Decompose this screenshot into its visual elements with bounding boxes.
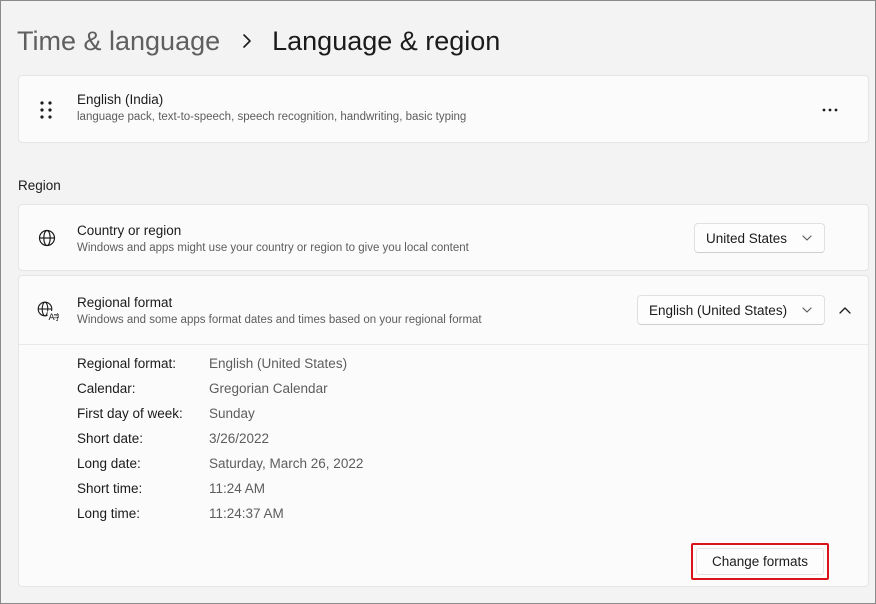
globe-icon xyxy=(38,229,56,247)
regional-format-dropdown[interactable]: English (United States) xyxy=(637,295,825,325)
divider xyxy=(19,344,868,345)
change-formats-label: Change formats xyxy=(696,548,824,575)
language-format-icon: A 字 xyxy=(37,301,59,321)
detail-label-short-date: Short date: xyxy=(77,431,144,446)
detail-label-long-time: Long time: xyxy=(77,506,141,521)
country-or-region-description: Windows and apps might use your country … xyxy=(77,242,469,254)
chevron-down-icon xyxy=(802,307,812,313)
detail-value-short-date: 3/26/2022 xyxy=(209,431,270,446)
detail-label-first-day-of-week: First day of week: xyxy=(77,406,183,421)
detail-value-regional-format: English (United States) xyxy=(209,356,348,371)
country-or-region-setting: Country or region Windows and apps might… xyxy=(18,204,869,271)
detail-value-long-time: 11:24:37 AM xyxy=(209,506,284,521)
detail-value-first-day-of-week: Sunday xyxy=(209,406,255,421)
grip-dots-icon[interactable] xyxy=(39,100,53,120)
page-title: Language & region xyxy=(272,25,501,56)
detail-label-regional-format: Regional format: xyxy=(77,356,177,371)
section-heading-region: Region xyxy=(18,178,61,193)
regional-format-setting: A 字 Regional format Windows and some app… xyxy=(18,275,869,587)
detail-value-calendar: Gregorian Calendar xyxy=(209,381,328,396)
breadcrumb-parent-time-and-language[interactable]: Time & language xyxy=(17,26,220,57)
regional-format-description: Windows and some apps format dates and t… xyxy=(77,314,482,326)
change-formats-button[interactable]: Change formats xyxy=(691,543,829,580)
chevron-right-icon xyxy=(243,34,251,48)
language-features: language pack, text-to-speech, speech re… xyxy=(77,111,467,123)
language-item-english-india[interactable]: English (India) language pack, text-to-s… xyxy=(18,75,869,143)
detail-label-short-time: Short time: xyxy=(77,481,143,496)
regional-format-title: Regional format xyxy=(77,295,173,310)
chevron-down-icon xyxy=(802,235,812,241)
detail-value-short-time: 11:24 AM xyxy=(209,481,266,496)
detail-label-long-date: Long date: xyxy=(77,456,141,471)
country-dropdown-value: United States xyxy=(706,231,788,246)
collapse-chevron-up-icon[interactable] xyxy=(829,294,861,326)
detail-value-long-date: Saturday, March 26, 2022 xyxy=(209,456,364,471)
regional-format-dropdown-value: English (United States) xyxy=(649,303,788,318)
detail-label-calendar: Calendar: xyxy=(77,381,136,396)
country-or-region-title: Country or region xyxy=(77,223,182,238)
svg-text:字: 字 xyxy=(54,312,60,321)
country-dropdown[interactable]: United States xyxy=(694,223,825,253)
language-name: English (India) xyxy=(77,92,164,107)
more-options-icon[interactable] xyxy=(815,100,845,120)
breadcrumb: Time & language Language & region xyxy=(17,23,500,59)
